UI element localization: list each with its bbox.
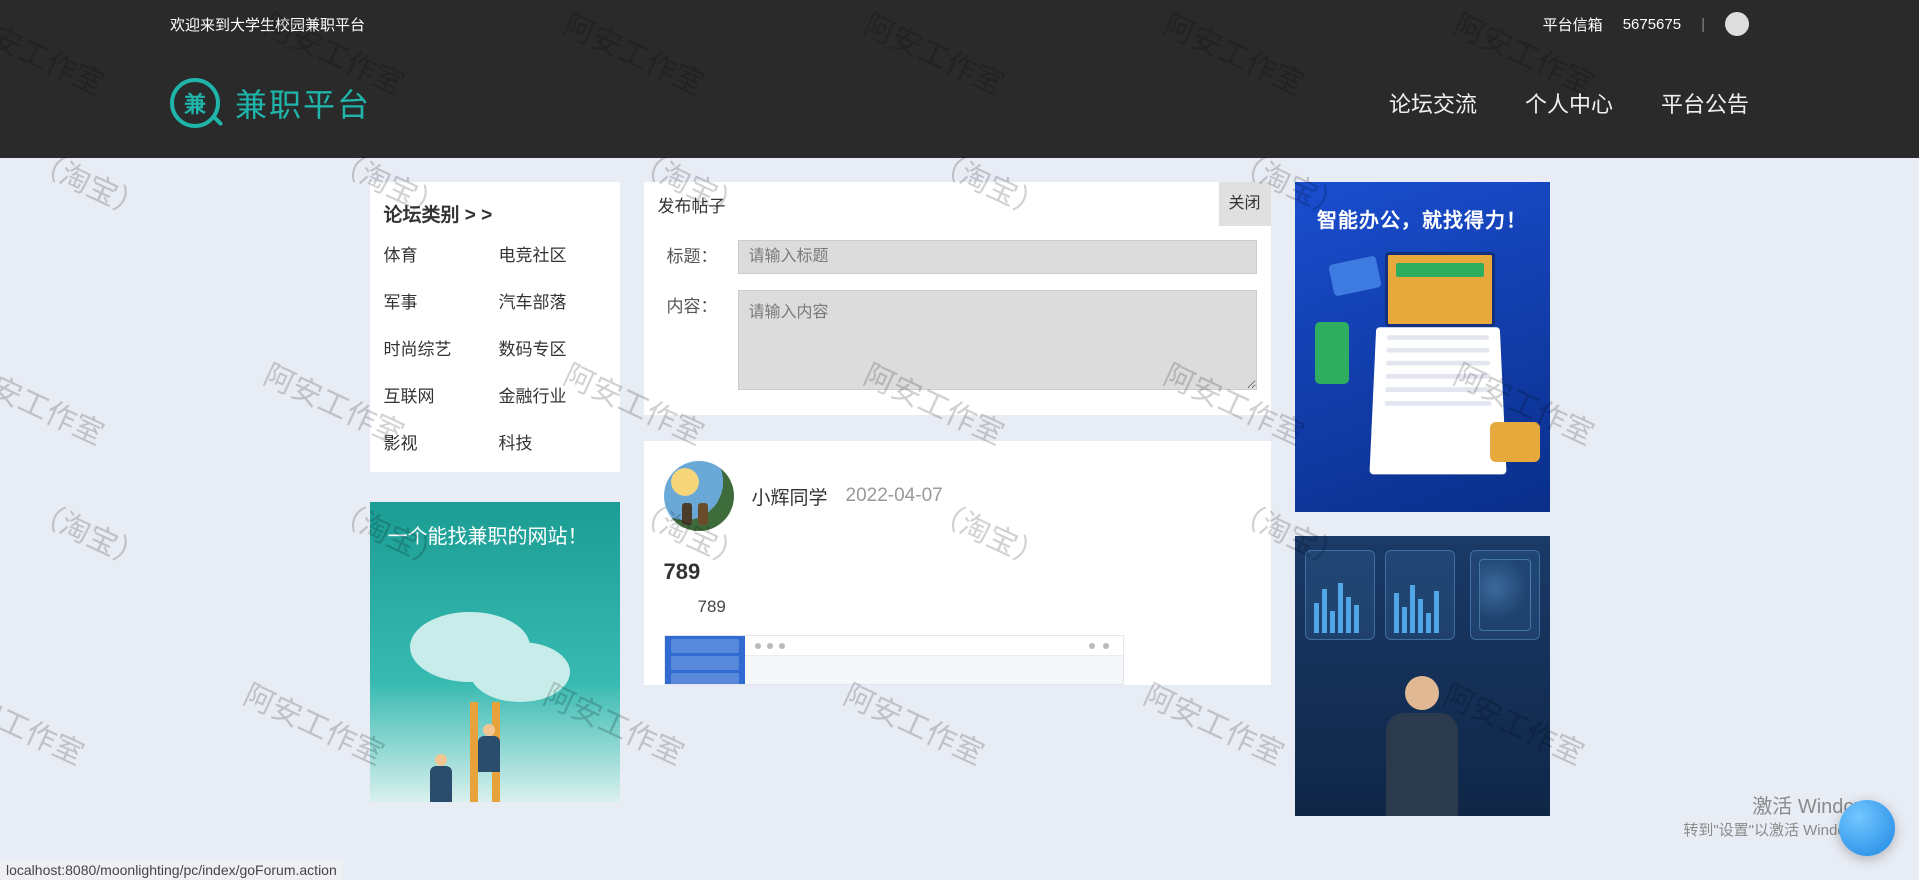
category-item[interactable]: 影视 [384, 429, 491, 454]
user-avatar[interactable] [1725, 12, 1749, 36]
logo-icon: 兼 [170, 78, 220, 128]
navbar: 兼 兼职平台 论坛交流 个人中心 平台公告 [0, 48, 1919, 158]
promo-left-title: 一个能找兼职的网站！ [388, 520, 602, 549]
post-box-title: 发布帖子 [658, 192, 726, 217]
category-item[interactable]: 体育 [384, 241, 491, 266]
content-label: 内容： [658, 290, 738, 324]
post-close-button[interactable]: 关闭 [1219, 182, 1271, 226]
thread-title[interactable]: 789 [664, 559, 1251, 585]
promo-left-banner[interactable]: 一个能找兼职的网站！ [370, 502, 620, 802]
promo-right-1[interactable]: 智能办公，就找得力！ [1295, 182, 1550, 512]
title-label: 标题： [658, 240, 738, 274]
content-textarea[interactable] [738, 290, 1257, 390]
categories-card: 论坛类别 > > 体育 电竞社区 军事 汽车部落 时尚综艺 数码专区 互联网 金… [370, 182, 620, 472]
thread-avatar[interactable] [664, 461, 734, 531]
category-item[interactable]: 科技 [499, 429, 606, 454]
nav-personal[interactable]: 个人中心 [1525, 87, 1613, 119]
nav-announce[interactable]: 平台公告 [1661, 87, 1749, 119]
thread-snippet: 789 [698, 597, 1251, 617]
title-input[interactable] [738, 240, 1257, 274]
thread-date: 2022-04-07 [846, 485, 943, 507]
category-item[interactable]: 金融行业 [499, 382, 606, 407]
categories-title: 论坛类别 > > [384, 200, 606, 227]
category-item[interactable]: 电竞社区 [499, 241, 606, 266]
nav-forum[interactable]: 论坛交流 [1389, 87, 1477, 119]
post-box: 发布帖子 关闭 标题： 内容： [644, 182, 1271, 415]
thread-card: 小辉同学 2022-04-07 789 789 [644, 441, 1271, 685]
thread-username[interactable]: 小辉同学 [752, 483, 828, 510]
user-number[interactable]: 5675675 [1623, 16, 1681, 33]
category-item[interactable]: 汽车部落 [499, 288, 606, 313]
floating-action-button[interactable] [1839, 800, 1895, 856]
thread-image[interactable] [664, 635, 1124, 685]
promo-right-2[interactable] [1295, 536, 1550, 816]
brand-logo[interactable]: 兼 兼职平台 [170, 78, 371, 128]
status-bar: localhost:8080/moonlighting/pc/index/goF… [0, 860, 343, 880]
topbar-divider: | [1701, 16, 1705, 33]
topbar: 欢迎来到大学生校园兼职平台 平台信箱 5675675 | [0, 0, 1919, 48]
brand-name: 兼职平台 [235, 80, 371, 126]
welcome-text: 欢迎来到大学生校园兼职平台 [170, 14, 365, 35]
category-item[interactable]: 互联网 [384, 382, 491, 407]
category-item[interactable]: 数码专区 [499, 335, 606, 360]
mailbox-link[interactable]: 平台信箱 [1543, 14, 1603, 35]
promo-right-1-title: 智能办公，就找得力！ [1295, 204, 1550, 233]
category-item[interactable]: 时尚综艺 [384, 335, 491, 360]
category-item[interactable]: 军事 [384, 288, 491, 313]
